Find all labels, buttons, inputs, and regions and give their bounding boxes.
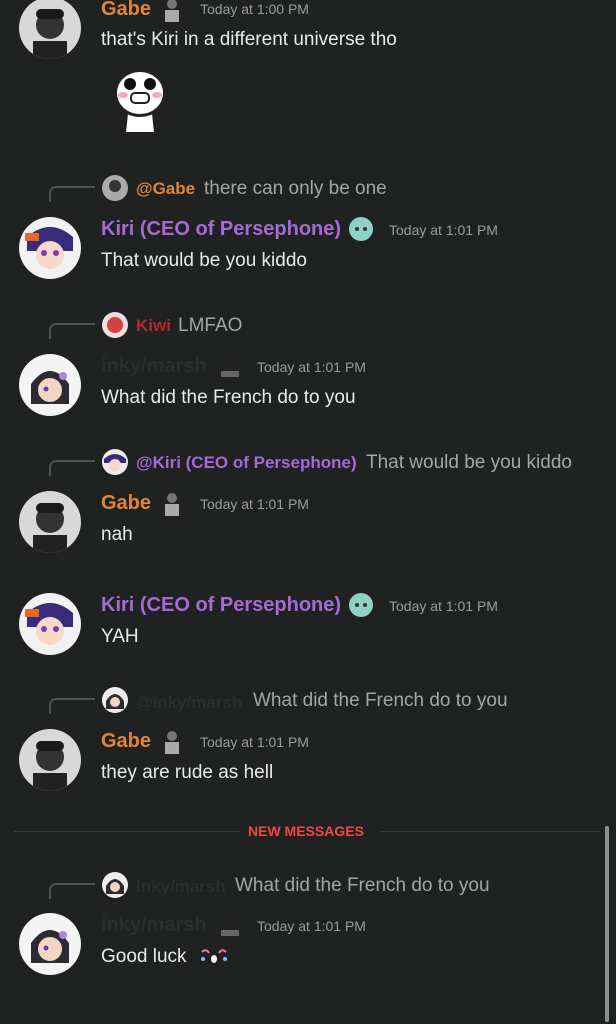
role-badge-icon	[221, 355, 239, 377]
avatar-gabe[interactable]	[19, 729, 81, 791]
role-badge-icon	[165, 731, 179, 754]
emoji-badge-icon	[349, 593, 373, 617]
reply-mention[interactable]: @inky/marsh	[136, 693, 242, 713]
timestamp: Today at 1:01 PM	[200, 496, 309, 512]
avatar-inky[interactable]	[19, 913, 81, 975]
author-name[interactable]: Kiri (CEO of Persephone)	[101, 218, 341, 241]
reply-connector	[49, 186, 95, 202]
reply-mention[interactable]: Kiwi	[136, 316, 171, 336]
reply-avatar-gabe	[102, 175, 128, 201]
role-badge-icon	[221, 914, 239, 936]
avatar-kiri[interactable]	[19, 217, 81, 279]
reply-connector	[49, 883, 95, 899]
new-messages-divider: NEW MESSAGES	[248, 823, 364, 839]
message-text: What did the French do to you	[101, 387, 356, 408]
reply-connector	[49, 323, 95, 339]
reply-avatar-inky	[102, 687, 128, 713]
author-name[interactable]: Gabe	[101, 730, 151, 753]
timestamp: Today at 1:01 PM	[200, 734, 309, 750]
divider-line-left	[14, 831, 240, 832]
crying-emoji-icon	[201, 949, 227, 965]
reply-avatar-kiwi	[102, 312, 128, 338]
divider-line-right	[380, 831, 600, 832]
timestamp: Today at 1:01 PM	[389, 598, 498, 614]
timestamp: Today at 1:01 PM	[257, 359, 366, 375]
reply-avatar-inky	[102, 872, 128, 898]
emoji-badge-icon	[349, 217, 373, 241]
reply-preview[interactable]: What did the French do to you	[235, 875, 490, 897]
author-name[interactable]: Kiri (CEO of Persephone)	[101, 594, 341, 617]
message-text: they are rude as hell	[101, 762, 274, 783]
message-text: that's Kiri in a different universe tho	[101, 29, 397, 50]
reply-preview[interactable]: What did the French do to you	[253, 690, 508, 712]
scrollbar[interactable]	[605, 826, 609, 1022]
avatar-gabe[interactable]	[19, 0, 81, 59]
reply-preview[interactable]: That would be you kiddo	[366, 452, 572, 474]
reply-avatar-kiri	[102, 449, 128, 475]
message-text: YAH	[101, 626, 139, 647]
message-text: Good luck	[101, 946, 187, 967]
author-name[interactable]: Gabe	[101, 0, 151, 21]
reply-mention[interactable]: @Gabe	[136, 179, 195, 199]
reply-connector	[49, 698, 95, 714]
message-text: nah	[101, 524, 133, 545]
reply-preview[interactable]: LMFAO	[178, 315, 242, 337]
sticker-face-icon	[106, 70, 174, 142]
reply-preview[interactable]: there can only be one	[204, 178, 387, 200]
timestamp: Today at 1:01 PM	[389, 222, 498, 238]
reply-connector	[49, 460, 95, 476]
role-badge-icon	[165, 493, 179, 516]
reply-mention[interactable]: inky/marsh	[136, 877, 226, 897]
message-text: That would be you kiddo	[101, 250, 307, 271]
avatar-inky[interactable]	[19, 354, 81, 416]
avatar-kiri[interactable]	[19, 593, 81, 655]
timestamp: Today at 1:01 PM	[257, 918, 366, 934]
author-name[interactable]: inky/marsh	[101, 355, 207, 378]
reply-mention[interactable]: @Kiri (CEO of Persephone)	[136, 453, 357, 473]
role-badge-icon	[165, 0, 179, 22]
author-name[interactable]: inky/marsh	[101, 914, 207, 937]
timestamp: Today at 1:00 PM	[200, 1, 309, 17]
author-name[interactable]: Gabe	[101, 492, 151, 515]
avatar-gabe[interactable]	[19, 491, 81, 553]
